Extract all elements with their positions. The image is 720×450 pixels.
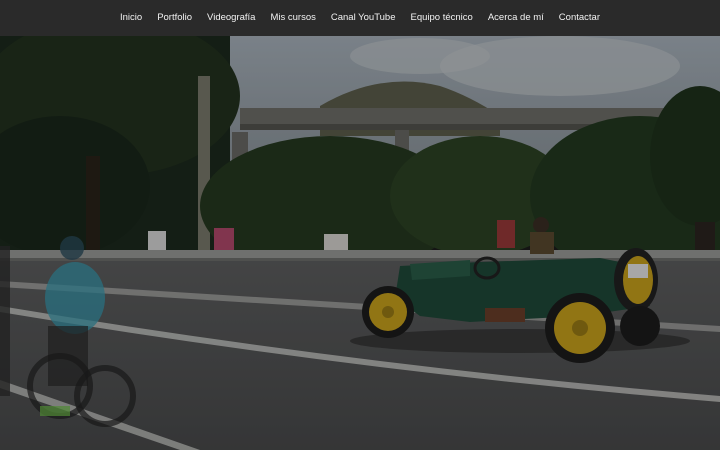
vintage-car-race-photo: [0, 36, 720, 450]
hero-image: [0, 36, 720, 450]
nav-item-acerca-de-mi[interactable]: Acerca de mí: [480, 0, 551, 36]
nav-item-videografia[interactable]: Videografía: [200, 0, 263, 36]
nav-item-contactar[interactable]: Contactar: [551, 0, 607, 36]
nav-item-mis-cursos[interactable]: Mis cursos: [263, 0, 323, 36]
main-navigation: Inicio Portfolio Videografía Mis cursos …: [0, 0, 720, 36]
nav-item-inicio[interactable]: Inicio: [113, 0, 150, 36]
nav-item-portfolio[interactable]: Portfolio: [150, 0, 200, 36]
nav-item-canal-youtube[interactable]: Canal YouTube: [323, 0, 403, 36]
nav-item-equipo-tecnico[interactable]: Equipo técnico: [403, 0, 480, 36]
